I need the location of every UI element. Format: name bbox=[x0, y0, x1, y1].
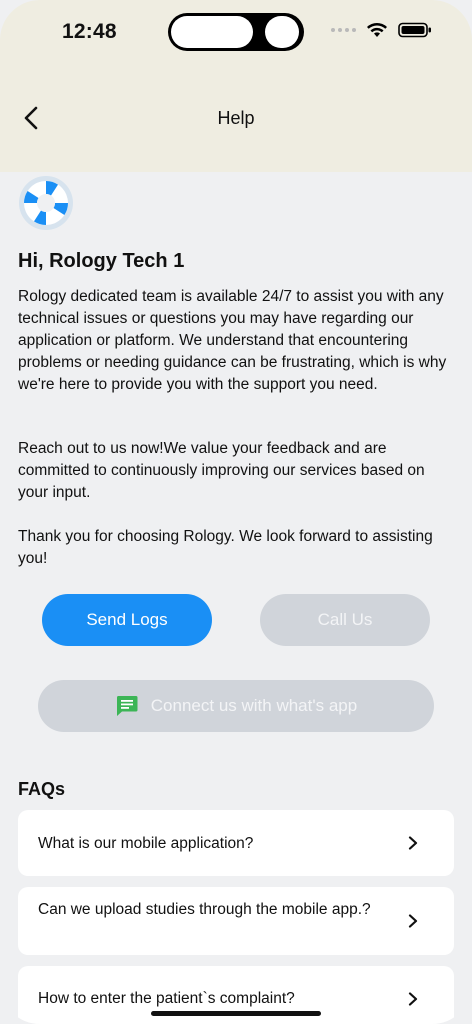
whatsapp-button-label: Connect us with what's app bbox=[150, 696, 358, 715]
faq-question: Can we upload studies through the mobile… bbox=[38, 901, 371, 918]
status-indicators bbox=[331, 22, 432, 38]
chevron-right-icon bbox=[408, 836, 418, 850]
send-logs-button[interactable]: Send Logs bbox=[42, 594, 212, 646]
phone-screen: 12:48 Help Hi, Rology Tech 1 Rology dedi… bbox=[0, 0, 472, 1024]
whatsapp-button[interactable]: Connect us with what's app bbox=[38, 680, 434, 732]
faq-question: What is our mobile application? bbox=[38, 835, 254, 852]
feedback-paragraph: Reach out to us now!We value your feedba… bbox=[18, 440, 425, 501]
status-time: 12:48 bbox=[62, 20, 117, 43]
chevron-right-icon bbox=[408, 992, 418, 1006]
support-paragraph: Rology dedicated team is available 24/7 … bbox=[18, 288, 447, 393]
faq-item[interactable]: What is our mobile application? bbox=[18, 810, 454, 876]
call-us-button[interactable]: Call Us bbox=[260, 594, 430, 646]
lifebuoy-icon bbox=[19, 176, 73, 230]
faqs-heading: FAQs bbox=[18, 779, 66, 799]
island-pill-left bbox=[171, 16, 253, 48]
page-title: Help bbox=[217, 108, 255, 128]
dynamic-island bbox=[168, 13, 304, 51]
wifi-icon bbox=[367, 23, 387, 37]
home-indicator[interactable] bbox=[151, 1011, 321, 1016]
chevron-right-icon bbox=[408, 914, 418, 928]
thanks-paragraph: Thank you for choosing Rology. We look f… bbox=[18, 528, 433, 567]
greeting-heading: Hi, Rology Tech 1 bbox=[18, 250, 185, 272]
faq-item[interactable]: Can we upload studies through the mobile… bbox=[18, 887, 454, 955]
header: 12:48 Help bbox=[0, 0, 472, 172]
island-pill-right bbox=[265, 16, 299, 48]
battery-icon bbox=[398, 22, 431, 38]
faq-question: How to enter the patient`s complaint? bbox=[38, 990, 295, 1007]
chat-message-icon bbox=[116, 696, 138, 716]
cellular-signal-icon bbox=[331, 28, 356, 32]
